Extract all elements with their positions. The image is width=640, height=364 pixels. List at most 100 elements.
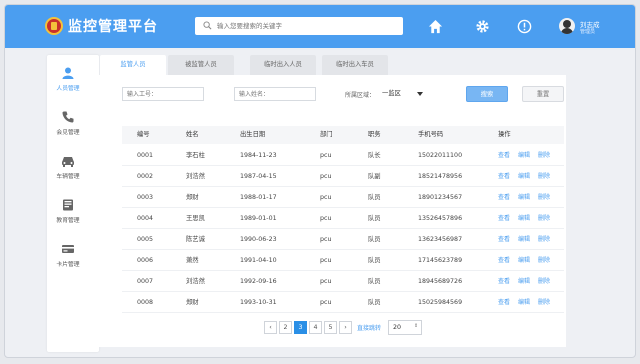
emp-id-input[interactable] — [123, 88, 203, 100]
page-button[interactable]: 2 — [279, 321, 292, 334]
search-button[interactable]: 搜索 — [466, 86, 508, 102]
cell-phone: 18521478956 — [418, 173, 463, 180]
prev-page-button[interactable]: ‹ — [264, 321, 277, 334]
car-icon — [62, 157, 74, 167]
page-button[interactable]: 5 — [324, 321, 337, 334]
tab-supervised[interactable]: 被监管人员 — [168, 55, 234, 75]
cell-birthdate: 1989-01-01 — [240, 215, 277, 222]
name-field[interactable] — [234, 87, 316, 101]
delete-link[interactable]: 删除 — [538, 145, 550, 166]
emp-id-field[interactable] — [122, 87, 204, 101]
view-link[interactable]: 查看 — [498, 166, 510, 187]
person-icon — [62, 67, 74, 79]
global-search[interactable] — [195, 17, 403, 35]
view-link[interactable]: 查看 — [498, 187, 510, 208]
delete-link[interactable]: 删除 — [538, 166, 550, 187]
name-input[interactable] — [235, 88, 315, 100]
delete-link[interactable]: 删除 — [538, 187, 550, 208]
cell-position: 队员 — [368, 278, 381, 285]
cell-department: pcu — [320, 215, 332, 222]
view-link[interactable]: 查看 — [498, 229, 510, 250]
view-link[interactable]: 查看 — [498, 292, 510, 313]
cell-id: 0002 — [137, 173, 154, 180]
cell-phone: 17145623789 — [418, 257, 463, 264]
gear-icon[interactable] — [475, 19, 490, 34]
cell-phone: 15022011100 — [418, 152, 463, 159]
cell-birthdate: 1987-04-15 — [240, 173, 277, 180]
cell-phone: 18945689726 — [418, 278, 463, 285]
edit-link[interactable]: 编辑 — [518, 208, 530, 229]
region-label: 所属区域： — [345, 92, 376, 99]
cell-birthdate: 1990-06-23 — [240, 236, 277, 243]
page-button[interactable]: 4 — [309, 321, 322, 334]
cell-birthdate: 1988-01-17 — [240, 194, 277, 201]
cell-id: 0004 — [137, 215, 154, 222]
cell-birthdate: 1992-09-16 — [240, 278, 277, 285]
table-row: 0001 李石柱 1984-11-23 pcu 队长 15022011100 查… — [122, 145, 564, 166]
view-link[interactable]: 查看 — [498, 271, 510, 292]
table-row: 0007 刘浩然 1992-09-16 pcu 队员 18945689726 查… — [122, 271, 564, 292]
tab-temp-personnel[interactable]: 临时出入人员 — [250, 55, 316, 75]
next-page-button[interactable]: › — [339, 321, 352, 334]
info-alert-icon[interactable] — [517, 19, 532, 34]
tab-supervisors[interactable]: 监管人员 — [100, 55, 166, 75]
table-row: 0006 萧然 1991-04-10 pcu 队员 17145623789 查看… — [122, 250, 564, 271]
tab-temp-vehicles[interactable]: 临时出入车员 — [322, 55, 388, 75]
police-badge-icon — [45, 17, 63, 35]
user-role: 管理员 — [580, 29, 596, 35]
card-icon — [62, 245, 74, 253]
cell-department: pcu — [320, 194, 332, 201]
delete-link[interactable]: 删除 — [538, 208, 550, 229]
phone-icon — [62, 111, 74, 123]
reset-button[interactable]: 重置 — [522, 86, 564, 102]
cell-phone: 13526457896 — [418, 215, 463, 222]
edit-link[interactable]: 编辑 — [518, 166, 530, 187]
spinner-icon[interactable]: ⇕ — [414, 323, 418, 329]
edit-link[interactable]: 编辑 — [518, 229, 530, 250]
cell-position: 队长 — [368, 152, 381, 159]
sidebar-item-vehicles[interactable]: 车辆管理 — [42, 152, 94, 192]
sidebar-item-meetings[interactable]: 会见管理 — [42, 108, 94, 148]
cell-name: 陈艺诚 — [186, 236, 205, 243]
edit-link[interactable]: 编辑 — [518, 187, 530, 208]
page-button-current[interactable]: 3 — [294, 321, 307, 334]
edit-link[interactable]: 编辑 — [518, 145, 530, 166]
sidebar-item-label: 卡片管理 — [56, 262, 80, 268]
delete-link[interactable]: 删除 — [538, 229, 550, 250]
sidebar-item-education[interactable]: 教育管理 — [42, 196, 94, 236]
cell-id: 0003 — [137, 194, 154, 201]
sidebar-item-label: 教育管理 — [56, 218, 80, 224]
sidebar-item-cards[interactable]: 卡片管理 — [42, 240, 94, 280]
edit-link[interactable]: 编辑 — [518, 271, 530, 292]
edit-link[interactable]: 编辑 — [518, 292, 530, 313]
avatar[interactable] — [559, 18, 575, 34]
cell-name: 郑财 — [186, 299, 199, 306]
delete-link[interactable]: 删除 — [538, 271, 550, 292]
column-header: 姓名 — [186, 131, 199, 138]
chevron-down-icon[interactable] — [417, 92, 423, 96]
view-link[interactable]: 查看 — [498, 145, 510, 166]
search-input[interactable] — [217, 19, 397, 33]
cell-department: pcu — [320, 173, 332, 180]
delete-link[interactable]: 删除 — [538, 250, 550, 271]
table-row: 0005 陈艺诚 1990-06-23 pcu 队员 13623456987 查… — [122, 229, 564, 250]
cell-department: pcu — [320, 236, 332, 243]
cell-position: 队员 — [368, 194, 381, 201]
cell-id: 0007 — [137, 278, 154, 285]
view-link[interactable]: 查看 — [498, 250, 510, 271]
cell-position: 队员 — [368, 215, 381, 222]
sidebar-item-personnel[interactable]: 人员管理 — [42, 64, 94, 104]
column-header: 操作 — [498, 131, 511, 138]
cell-name: 刘浩然 — [186, 278, 205, 285]
column-header: 职务 — [368, 131, 381, 138]
edit-link[interactable]: 编辑 — [518, 250, 530, 271]
delete-link[interactable]: 删除 — [538, 292, 550, 313]
cell-position: 队员 — [368, 236, 381, 243]
cell-name: 刘浩然 — [186, 173, 205, 180]
view-link[interactable]: 查看 — [498, 208, 510, 229]
home-icon[interactable] — [428, 19, 443, 34]
jump-label: 直接跳转 — [357, 325, 382, 332]
cell-birthdate: 1991-04-10 — [240, 257, 277, 264]
cell-name: 李石柱 — [186, 152, 205, 159]
search-icon — [203, 21, 212, 30]
